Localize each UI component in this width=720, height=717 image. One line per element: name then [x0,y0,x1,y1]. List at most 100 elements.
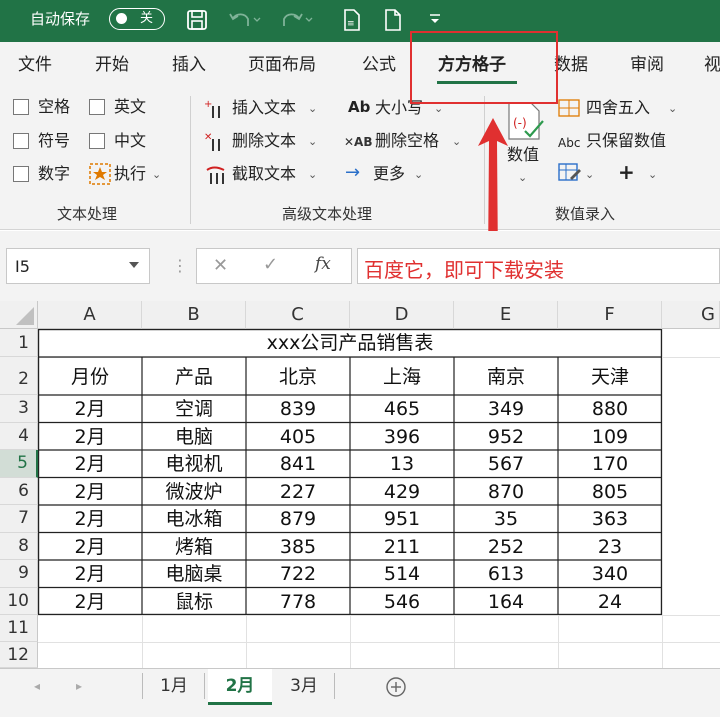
tab-view[interactable]: 视 [704,54,720,76]
extract-text-chevron-icon[interactable]: ⌄ [308,168,317,182]
table-cell[interactable]: 870 [454,478,558,507]
delete-text-button[interactable]: 删除文本 [232,131,296,151]
table-title[interactable]: xxx公司产品销售表 [38,329,662,357]
table-cell[interactable]: 405 [246,423,350,452]
table-cell[interactable]: 465 [350,395,454,424]
more-chevron-icon[interactable]: ⌄ [414,168,423,182]
insert-text-button[interactable]: 插入文本 [232,98,296,118]
header-cell-shanghai[interactable]: 上海 [350,357,454,397]
tab-data[interactable]: 数据 [554,54,588,76]
round-button[interactable]: 四舍五入 [586,98,650,118]
customize-toolbar-icon[interactable] [428,12,442,26]
name-box-dropdown-icon[interactable] [129,261,139,269]
table-cell[interactable]: 微波炉 [142,478,246,507]
header-cell-nanjing[interactable]: 南京 [454,357,558,397]
delete-text-chevron-icon[interactable]: ⌄ [308,135,317,149]
add-chevron-icon[interactable]: ⌄ [648,168,657,182]
cancel-icon[interactable]: ✕ [213,255,228,276]
table-cell[interactable]: 电脑桌 [142,560,246,589]
table-cell[interactable]: 电脑 [142,423,246,452]
select-all-corner[interactable] [0,301,38,329]
column-header-c[interactable]: C [246,301,350,329]
insert-text-chevron-icon[interactable]: ⌄ [308,102,317,116]
row-header-1[interactable]: 1 [0,329,38,357]
confirm-icon[interactable]: ✓ [263,254,278,275]
table-cell[interactable]: 252 [454,533,558,562]
case-chevron-icon[interactable]: ⌄ [434,102,443,116]
scroll-right-icon[interactable]: ▸ [76,679,82,693]
sheet-tab-feb[interactable]: 2月 [208,669,272,705]
table-cell[interactable]: 613 [454,560,558,589]
name-box[interactable]: I5 [6,248,150,284]
round-chevron-icon[interactable]: ⌄ [668,102,677,116]
checkbox-chinese[interactable] [89,133,105,149]
tab-insert[interactable]: 插入 [172,54,206,76]
table-cell[interactable]: 385 [246,533,350,562]
table-cell[interactable]: 514 [350,560,454,589]
table-edit-chevron-icon[interactable]: ⌄ [585,168,594,182]
table-cell[interactable]: 839 [246,395,350,424]
table-cell[interactable]: 778 [246,588,350,617]
table-cell[interactable]: 烤箱 [142,533,246,562]
column-header-g[interactable]: G [662,301,720,329]
row-header-4[interactable]: 4 [0,422,38,450]
column-header-e[interactable]: E [454,301,558,329]
row-header-8[interactable]: 8 [0,532,38,560]
table-cell[interactable]: 227 [246,478,350,507]
table-cell[interactable]: 567 [454,450,558,479]
column-header-b[interactable]: B [142,301,246,329]
table-cell[interactable]: 2月 [38,560,142,589]
undo-icon[interactable] [228,10,262,30]
value-button[interactable]: 数值 [507,145,539,165]
table-cell[interactable]: 电视机 [142,450,246,479]
column-header-f[interactable]: F [558,301,662,329]
table-cell[interactable]: 109 [558,423,662,452]
header-cell-tianjin[interactable]: 天津 [558,357,662,397]
table-cell[interactable]: 空调 [142,395,246,424]
tab-review[interactable]: 审阅 [630,54,664,76]
table-cell[interactable]: 340 [558,560,662,589]
header-cell-product[interactable]: 产品 [142,357,246,397]
row-header-9[interactable]: 9 [0,560,38,588]
table-cell[interactable]: 23 [558,533,662,562]
row-header-5[interactable]: 5 [0,450,38,478]
row-header-10[interactable]: 10 [0,587,38,615]
table-edit-icon[interactable] [558,162,582,184]
table-cell[interactable]: 2月 [38,533,142,562]
scroll-left-icon[interactable]: ◂ [34,679,40,693]
table-cell[interactable]: 164 [454,588,558,617]
formula-input[interactable]: 百度它，即可下载安装 [357,248,720,284]
checkbox-number[interactable] [13,166,29,182]
header-cell-beijing[interactable]: 北京 [246,357,350,397]
table-cell[interactable]: 170 [558,450,662,479]
more-button[interactable]: 更多 [373,164,405,184]
checkbox-space[interactable] [13,99,29,115]
row-header-12[interactable]: 12 [0,641,38,668]
more-options-icon[interactable]: ⋮ [172,256,188,275]
table-cell[interactable]: 211 [350,533,454,562]
sheet-tab-jan[interactable]: 1月 [144,669,204,705]
table-cell[interactable]: 880 [558,395,662,424]
delete-space-button[interactable]: 删除空格 [375,131,439,151]
sheet-tab-mar[interactable]: 3月 [274,669,334,705]
table-cell[interactable]: 2月 [38,395,142,424]
keep-values-button[interactable]: 只保留数值 [586,131,666,151]
row-header-11[interactable]: 11 [0,615,38,642]
table-cell[interactable]: 396 [350,423,454,452]
table-cell[interactable]: 2月 [38,505,142,534]
redo-icon[interactable] [282,10,316,30]
column-header-a[interactable]: A [38,301,142,329]
document-template-icon[interactable]: ≡ [340,8,364,32]
table-cell[interactable]: 35 [454,505,558,534]
table-cell[interactable]: 24 [558,588,662,617]
table-cell[interactable]: 电冰箱 [142,505,246,534]
row-header-2[interactable]: 2 [0,357,38,395]
table-cell[interactable]: 546 [350,588,454,617]
table-cell[interactable]: 879 [246,505,350,534]
extract-text-button[interactable]: 截取文本 [232,164,296,184]
new-document-icon[interactable] [383,8,403,32]
table-cell[interactable]: 952 [454,423,558,452]
table-cell[interactable]: 363 [558,505,662,534]
row-header-7[interactable]: 7 [0,505,38,533]
checkbox-english[interactable] [89,99,105,115]
